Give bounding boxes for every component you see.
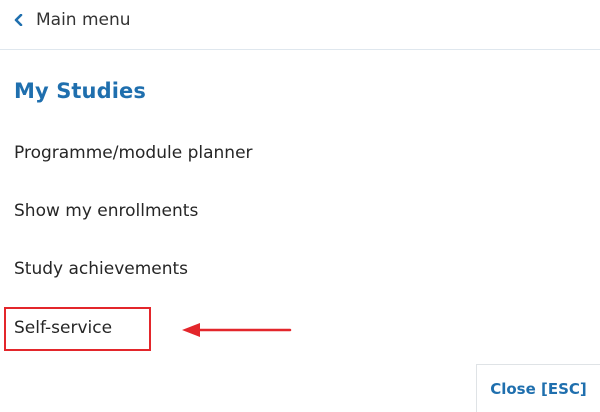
- close-button[interactable]: Close [ESC]: [476, 364, 600, 412]
- menu-item-self-service[interactable]: Self-service: [14, 318, 112, 338]
- header-divider: [0, 49, 600, 50]
- back-to-main-menu-link[interactable]: Main menu: [12, 6, 131, 34]
- chevron-left-icon: [12, 13, 26, 27]
- menu-item-programme-module-planner[interactable]: Programme/module planner: [14, 143, 253, 163]
- mega-menu-panel: Main menu My Studies Programme/module pl…: [0, 0, 600, 412]
- close-button-label: Close [ESC]: [490, 379, 587, 398]
- annotation-arrow-icon: [182, 323, 292, 337]
- menu-item-show-my-enrollments[interactable]: Show my enrollments: [14, 201, 198, 221]
- back-link-label: Main menu: [36, 10, 131, 30]
- menu-item-study-achievements[interactable]: Study achievements: [14, 259, 188, 279]
- section-title: My Studies: [14, 79, 146, 103]
